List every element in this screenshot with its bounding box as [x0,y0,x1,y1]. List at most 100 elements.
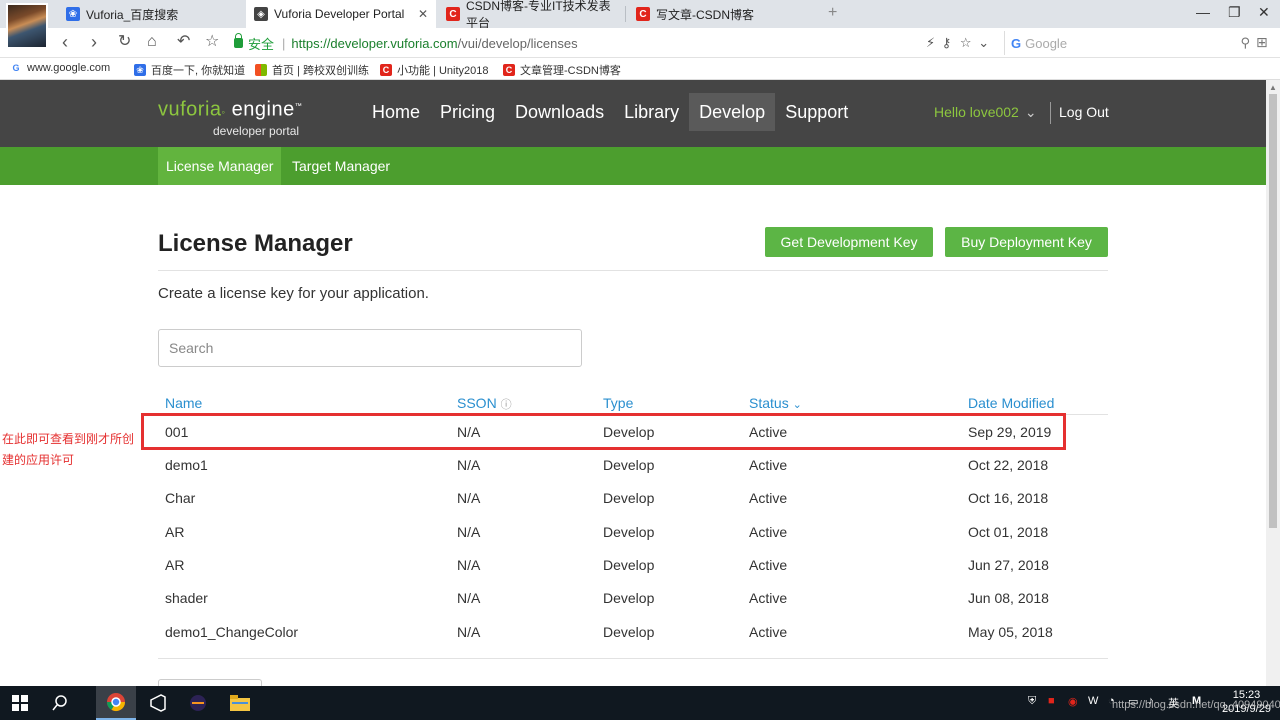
info-icon[interactable]: ⓘ [501,399,512,411]
subnav-target-manager[interactable]: Target Manager [284,147,398,185]
column-header-type[interactable]: Type [603,395,633,411]
chrome-icon[interactable] [96,686,136,720]
tab-baidu-search[interactable]: ❀ Vuforia_百度搜索 [58,0,244,28]
tab-vuforia-portal[interactable]: ◈ Vuforia Developer Portal ✕ [246,0,436,28]
windows-taskbar: ⛨ ■ ◉ W ◔ ▭ ♪ 英 M 15:23 2019/9/29 [0,686,1280,720]
cell-status: Active [749,624,788,640]
close-icon[interactable]: ✕ [418,7,428,21]
google-g-icon: G [12,63,20,73]
key-icon[interactable]: ⚷ [942,35,952,50]
file-explorer-icon[interactable] [220,686,260,720]
scroll-up-icon[interactable]: ▲ [1269,83,1277,92]
column-header-sson[interactable]: SSON ⓘ [457,395,512,412]
cell-name[interactable]: Char [165,490,195,506]
vuforia-logo[interactable]: vuforia◦ engine™ developer portal [158,97,302,138]
bookmark-unity[interactable]: C 小功能 | Unity2018 [380,62,489,78]
nav-develop[interactable]: Develop [689,93,776,131]
bookmark-star-icon[interactable]: ☆ [205,32,219,52]
header-divider [1050,102,1051,124]
cell-name[interactable]: AR [165,557,184,573]
chevron-down-icon[interactable]: ⌄ [978,35,989,50]
table-bottom-divider [158,658,1108,659]
search-icon[interactable] [40,686,80,720]
undo-icon[interactable]: ↶ [177,32,190,52]
cell-name[interactable]: shader [165,590,208,606]
new-tab-icon[interactable]: + [828,4,837,22]
tab-csdn-home[interactable]: C CSDN博客-专业IT技术发表平台 [438,0,624,30]
nav-library[interactable]: Library [614,93,689,131]
visual-studio-icon[interactable] [138,686,178,720]
search-input[interactable] [158,329,582,367]
tray-security-icon[interactable]: ⛨ [1028,695,1036,708]
cell-name[interactable]: demo1 [165,457,208,473]
column-header-name[interactable]: Name [165,395,202,411]
tray-app-icon[interactable]: ■ [1048,695,1055,707]
csdn-icon: C [446,7,460,21]
windows-start-icon[interactable] [0,686,40,720]
url-field[interactable]: 安全 | https://developer.vuforia.com /vui/… [234,31,1000,55]
bookmark-google[interactable]: G www.google.com [10,62,110,74]
cell-type: Develop [603,557,655,573]
tray-weibo-icon[interactable]: ◉ [1068,695,1078,708]
secure-label: 安全 [248,36,275,52]
buy-deployment-key-button[interactable]: Buy Deployment Key [945,227,1108,257]
cell-date: Oct 16, 2018 [968,490,1049,506]
table-row[interactable]: demo1_ChangeColor N/A Develop Active May… [158,615,1108,648]
nav-support[interactable]: Support [775,93,858,131]
search-engine-box[interactable]: G Google ⚲ [1004,31,1250,55]
page-scrollbar[interactable]: ▲ [1266,80,1280,686]
lightning-icon[interactable]: ⚡ [926,35,935,50]
search-icon[interactable]: ⚲ [1240,35,1250,51]
restore-icon[interactable]: ❐ [1228,4,1241,21]
tab-label: 写文章-CSDN博客 [656,7,754,22]
bookmark-csdn-articles[interactable]: C 文章管理-CSDN博客 [503,62,621,78]
main-nav: Home Pricing Downloads Library Develop S… [362,93,858,131]
apps-grid-icon[interactable]: ⊞ [1256,34,1268,51]
tray-word-icon[interactable]: W [1088,695,1098,707]
column-header-status[interactable]: Status ⌄ [749,395,802,411]
window-close-icon[interactable]: ✕ [1258,4,1270,21]
scroll-thumb[interactable] [1269,94,1277,528]
subnav-license-manager[interactable]: License Manager [158,147,282,185]
windows-flag-icon [255,64,267,76]
home-icon[interactable]: ⌂ [147,32,157,52]
cell-name[interactable]: AR [165,524,184,540]
column-header-date[interactable]: Date Modified [968,395,1054,411]
cell-date: May 05, 2018 [968,624,1053,640]
logo-engine: engine [231,98,295,121]
forward-icon[interactable]: › [91,32,97,52]
url-separator: | [282,35,286,51]
nav-downloads[interactable]: Downloads [505,93,614,131]
favorite-star-icon[interactable]: ☆ [960,35,972,50]
nav-home[interactable]: Home [362,93,430,131]
back-icon[interactable]: ‹ [62,32,68,52]
eclipse-icon[interactable] [178,686,218,720]
minimize-icon[interactable]: — [1196,4,1210,20]
site-header: vuforia◦ engine™ developer portal Home P… [0,80,1266,147]
nav-pricing[interactable]: Pricing [430,93,505,131]
title-divider [158,270,1108,271]
tab-csdn-write[interactable]: C 写文章-CSDN博客 [628,0,814,28]
lock-icon [234,33,243,48]
cell-type: Develop [603,624,655,640]
table-row[interactable]: shader N/A Develop Active Jun 08, 2018 [158,581,1108,614]
table-row[interactable]: Char N/A Develop Active Oct 16, 2018 [158,481,1108,514]
table-row[interactable]: AR N/A Develop Active Jun 27, 2018 [158,548,1108,581]
bookmark-baidu[interactable]: ❀ 百度一下, 你就知道 [134,62,245,78]
logout-link[interactable]: Log Out [1059,104,1109,120]
bookmark-school[interactable]: 首页 | 跨校双创训练 [255,62,369,78]
annotation-line: 在此即可查看到刚才所创 [2,432,135,446]
table-row[interactable]: AR N/A Develop Active Oct 01, 2018 [158,515,1108,548]
bookmark-label: 文章管理-CSDN博客 [520,65,621,77]
user-avatar[interactable] [6,3,48,49]
cell-type: Develop [603,490,655,506]
cell-sson: N/A [457,624,481,640]
get-development-key-button[interactable]: Get Development Key [765,227,933,257]
vuforia-icon: ◈ [254,7,268,21]
reload-icon[interactable]: ↻ [118,32,131,52]
cell-status: Active [749,590,788,606]
table-row[interactable]: demo1 N/A Develop Active Oct 22, 2018 [158,448,1108,481]
cell-name[interactable]: demo1_ChangeColor [165,624,298,640]
browser-tab-strip: ❀ Vuforia_百度搜索 ◈ Vuforia Developer Porta… [0,0,1280,30]
user-menu[interactable]: Hello love002 ⌄ [934,104,1037,121]
